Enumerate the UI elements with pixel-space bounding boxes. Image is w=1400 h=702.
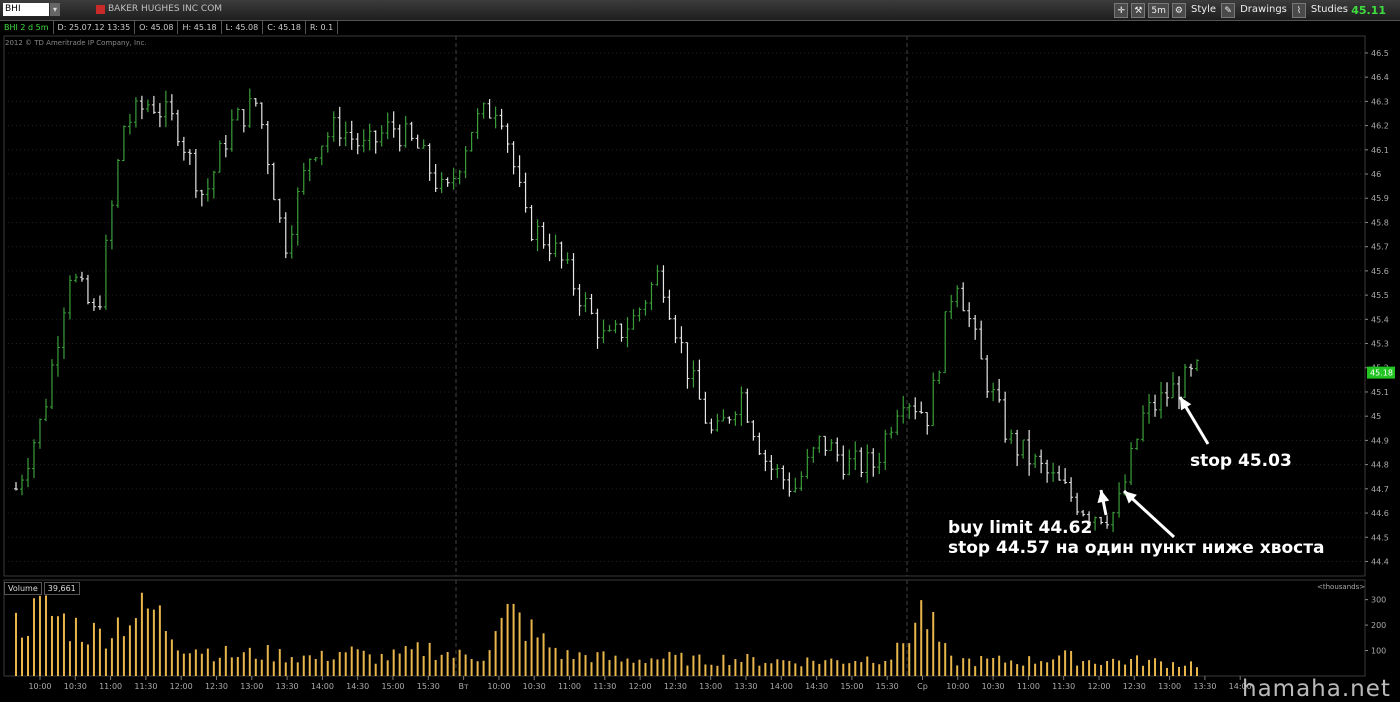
y-tick-label: 46.3 bbox=[1371, 97, 1389, 106]
y-tick-label: 45.6 bbox=[1371, 267, 1389, 276]
x-tick-label: Ср bbox=[917, 682, 928, 691]
volume-units: <thousands> bbox=[1317, 583, 1366, 591]
y-tick-label: 46.2 bbox=[1371, 122, 1389, 131]
watermark: hamaha.net bbox=[1242, 676, 1391, 702]
y-tick-label: 45.7 bbox=[1371, 243, 1389, 252]
x-tick-label: 11:30 bbox=[593, 682, 616, 691]
y-tick-label: 44.4 bbox=[1371, 557, 1389, 566]
x-tick-label: 12:00 bbox=[170, 682, 193, 691]
y-tick-label: 44.6 bbox=[1371, 509, 1389, 518]
x-tick-label: 14:30 bbox=[805, 682, 828, 691]
volume-tick-label: 200 bbox=[1371, 621, 1386, 630]
x-tick-label: 10:00 bbox=[487, 682, 510, 691]
buy-annotation: buy limit 44.62 stop 44.57 на один пункт… bbox=[948, 518, 1325, 558]
volume-header: Volume 39,661 bbox=[4, 582, 82, 595]
y-tick-label: 46.1 bbox=[1371, 146, 1389, 155]
x-tick-label: 14:00 bbox=[770, 682, 793, 691]
x-tick-label: 10:00 bbox=[946, 682, 969, 691]
volume-tick-label: 100 bbox=[1371, 647, 1386, 656]
x-tick-label: 11:00 bbox=[99, 682, 122, 691]
x-tick-label: 15:30 bbox=[417, 682, 440, 691]
y-tick-label: 45.9 bbox=[1371, 194, 1389, 203]
x-tick-label: 13:30 bbox=[276, 682, 299, 691]
x-tick-label: 14:30 bbox=[346, 682, 369, 691]
y-tick-label: 45.8 bbox=[1371, 218, 1389, 227]
x-tick-label: 13:30 bbox=[734, 682, 757, 691]
x-tick-label: 11:30 bbox=[1052, 682, 1075, 691]
x-tick-label: 11:00 bbox=[1017, 682, 1040, 691]
x-tick-label: 13:00 bbox=[240, 682, 263, 691]
x-tick-label: Вт bbox=[459, 682, 469, 691]
buy-stop-text: stop 44.57 на один пункт ниже хвоста bbox=[948, 538, 1325, 558]
x-tick-label: 12:00 bbox=[1087, 682, 1110, 691]
y-tick-label: 46.5 bbox=[1371, 49, 1389, 58]
last-price-tag-label: 45.18 bbox=[1370, 369, 1393, 378]
x-tick-label: 10:30 bbox=[982, 682, 1005, 691]
x-tick-label: 14:00 bbox=[311, 682, 334, 691]
x-tick-label: 11:30 bbox=[134, 682, 157, 691]
x-tick-label: 13:00 bbox=[699, 682, 722, 691]
volume-value: 39,661 bbox=[43, 582, 80, 595]
volume-tick-label: 300 bbox=[1371, 596, 1386, 605]
y-tick-label: 44.5 bbox=[1371, 533, 1389, 542]
stop-annotation: stop 45.03 bbox=[1190, 451, 1292, 471]
y-tick-label: 45.4 bbox=[1371, 315, 1389, 324]
x-tick-label: 15:00 bbox=[840, 682, 863, 691]
y-tick-label: 45.1 bbox=[1371, 388, 1389, 397]
price-pane-border bbox=[3, 35, 1366, 577]
x-tick-label: 10:30 bbox=[523, 682, 546, 691]
volume-label[interactable]: Volume bbox=[4, 582, 42, 595]
y-tick-label: 44.9 bbox=[1371, 436, 1389, 445]
x-tick-label: 11:00 bbox=[558, 682, 581, 691]
x-tick-label: 12:30 bbox=[205, 682, 228, 691]
x-tick-label: 12:00 bbox=[629, 682, 652, 691]
y-tick-label: 46.4 bbox=[1371, 73, 1389, 82]
x-tick-label: 15:00 bbox=[381, 682, 404, 691]
y-tick-label: 44.8 bbox=[1371, 461, 1389, 470]
x-tick-label: 10:00 bbox=[28, 682, 51, 691]
y-tick-label: 46 bbox=[1371, 170, 1381, 179]
buy-arrow-head bbox=[1097, 490, 1110, 503]
y-tick-label: 45.3 bbox=[1371, 340, 1389, 349]
x-tick-label: 15:30 bbox=[876, 682, 899, 691]
y-tick-label: 45.5 bbox=[1371, 291, 1389, 300]
y-tick-label: 45 bbox=[1371, 412, 1381, 421]
x-tick-label: 10:30 bbox=[64, 682, 87, 691]
buy-limit-text: buy limit 44.62 bbox=[948, 518, 1093, 538]
y-tick-label: 44.7 bbox=[1371, 485, 1389, 494]
x-tick-label: 12:30 bbox=[664, 682, 687, 691]
x-tick-label: 13:00 bbox=[1158, 682, 1181, 691]
x-tick-label: 13:30 bbox=[1193, 682, 1216, 691]
price-chart[interactable]: 46.5 46.4 46.3 46.2 46.1 46 45.9 45.8 45.7 45.6 45… bbox=[0, 0, 1400, 700]
x-tick-label: 12:30 bbox=[1123, 682, 1146, 691]
